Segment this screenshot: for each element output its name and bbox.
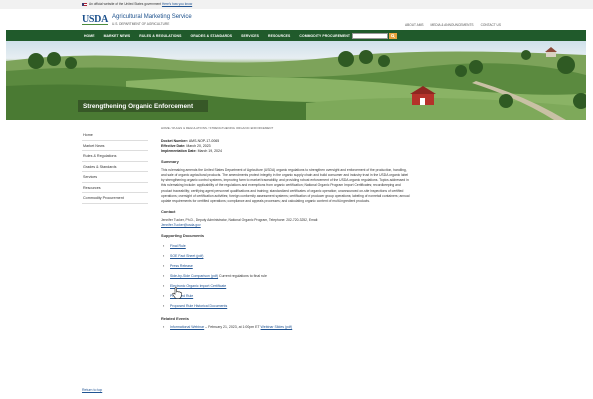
usda-logo: USDA <box>82 14 109 25</box>
list-item: SOE Fact Sheet (pdf) <box>161 252 411 262</box>
webinar-date: – February 21, 2023, at 1:00pm ET <box>204 325 261 330</box>
documents-list: Final Rule SOE Fact Sheet (pdf) Press Re… <box>161 242 411 311</box>
historical-documents-link[interactable]: Proposed Rule Historical Documents <box>170 304 227 308</box>
nav-item-market-news[interactable]: MARKET NEWS <box>104 34 131 38</box>
nav-item-resources[interactable]: RESOURCES <box>268 34 290 38</box>
contact-text: Jennifer Tucker, Ph.D., Deputy Administr… <box>161 218 411 228</box>
list-item: Side-by-Side Comparison (pdf) Current re… <box>161 272 411 282</box>
hero-title: Strengthening Organic Enforcement <box>78 100 208 112</box>
list-item: Proposed Rule Historical Documents <box>161 302 411 312</box>
docket-value: AMS-NOP-17-0065 <box>188 139 220 143</box>
sidebar-item-commodity[interactable]: Commodity Procurement <box>82 193 148 204</box>
search-button[interactable] <box>389 32 397 39</box>
nav-item-grades[interactable]: GRADES & STANDARDS <box>190 34 232 38</box>
press-release-link[interactable]: Press Release <box>170 264 193 268</box>
nav-item-commodity[interactable]: COMMODITY PROCUREMENT <box>299 34 350 38</box>
utility-link-about[interactable]: ABOUT AMS <box>405 23 424 27</box>
department-name: U.S. DEPARTMENT OF AGRICULTURE <box>112 21 170 26</box>
nav-item-rules[interactable]: RULES & REGULATIONS <box>139 34 181 38</box>
agency-title: Agricultural Marketing Service <box>112 13 192 20</box>
hand-cursor-icon <box>172 287 182 299</box>
gov-banner: An official website of the United States… <box>0 0 593 9</box>
gov-banner-link[interactable]: Here's how you know <box>162 2 192 6</box>
gov-banner-text: An official website of the United States… <box>89 2 162 6</box>
rule-meta: Docket Number: AMS-NOP-17-0065 Effective… <box>161 139 411 154</box>
main-nav: HOME MARKET NEWS RULES & REGULATIONS GRA… <box>6 30 586 41</box>
utility-link-contact[interactable]: CONTACT US <box>481 23 501 27</box>
fact-sheet-link[interactable]: SOE Fact Sheet (pdf) <box>170 254 203 258</box>
final-rule-link[interactable]: Final Rule <box>170 244 186 248</box>
webinar-link[interactable]: Informational Webinar <box>170 325 204 329</box>
utility-links: ABOUT AMS MEDIA & ANNOUNCEMENTS CONTACT … <box>405 23 501 27</box>
breadcrumb[interactable]: HOME / RULES & REGULATIONS / STRENGTHENI… <box>161 126 411 130</box>
events-heading: Related Events <box>161 316 189 322</box>
implementation-row: Implementation Date: March 19, 2024 <box>161 149 411 154</box>
contact-email-link[interactable]: Jennifer.Tucker@usda.gov <box>161 223 201 227</box>
implementation-label: Implementation Date: <box>161 149 197 153</box>
docket-label: Docket Number: <box>161 139 189 143</box>
list-item: Electronic Organic Import Certificate <box>161 282 411 292</box>
return-to-top-link[interactable]: Return to top <box>82 388 102 392</box>
sidebar-item-resources[interactable]: Resources <box>82 183 148 193</box>
sidebar-item-grades[interactable]: Grades & Standards <box>82 162 148 172</box>
effective-value: March 20, 2023 <box>186 144 211 148</box>
effective-label: Effective Date: <box>161 144 186 148</box>
main-content: HOME / RULES & REGULATIONS / STRENGTHENI… <box>161 126 411 330</box>
list-item: Press Release <box>161 262 411 272</box>
event-item: Informational Webinar – February 21, 202… <box>161 325 411 330</box>
summary-heading: Summary <box>161 159 179 164</box>
contact-heading: Contact <box>161 209 176 215</box>
sidebar-item-rules[interactable]: Rules & Regulations <box>82 151 148 162</box>
documents-heading: Supporting Documents <box>161 233 205 239</box>
nav-item-home[interactable]: HOME <box>84 34 95 38</box>
list-item: Final Rule <box>161 242 411 252</box>
utility-link-media[interactable]: MEDIA & ANNOUNCEMENTS <box>431 23 474 27</box>
agency-brand[interactable]: USDA Agricultural Marketing Service U.S.… <box>82 11 192 29</box>
sidebar-item-market-news[interactable]: Market News <box>82 141 148 151</box>
agency-name: Agricultural Marketing Service U.S. DEPA… <box>112 14 192 27</box>
sidebar-item-home[interactable]: Home <box>82 130 148 141</box>
sidebar-nav: Home Market News Rules & Regulations Gra… <box>82 130 148 204</box>
contact-details: Jennifer Tucker, Ph.D., Deputy Administr… <box>161 218 319 223</box>
side-by-side-note: Current regulations to final rule <box>218 273 267 278</box>
side-by-side-link[interactable]: Side-by-Side Comparison (pdf) <box>170 274 218 278</box>
webinar-slides-link[interactable]: Webinar Slides (pdf) <box>261 325 293 329</box>
summary-text: This rulemaking amends the United States… <box>161 168 410 203</box>
us-flag-icon <box>82 2 87 6</box>
nav-item-services[interactable]: SERVICES <box>241 34 259 38</box>
sidebar-item-services[interactable]: Services <box>82 172 148 183</box>
search-icon <box>391 33 395 38</box>
search-input[interactable] <box>352 32 388 39</box>
implementation-value: March 19, 2024 <box>197 149 222 153</box>
list-item: Proposed Rule <box>161 292 411 302</box>
